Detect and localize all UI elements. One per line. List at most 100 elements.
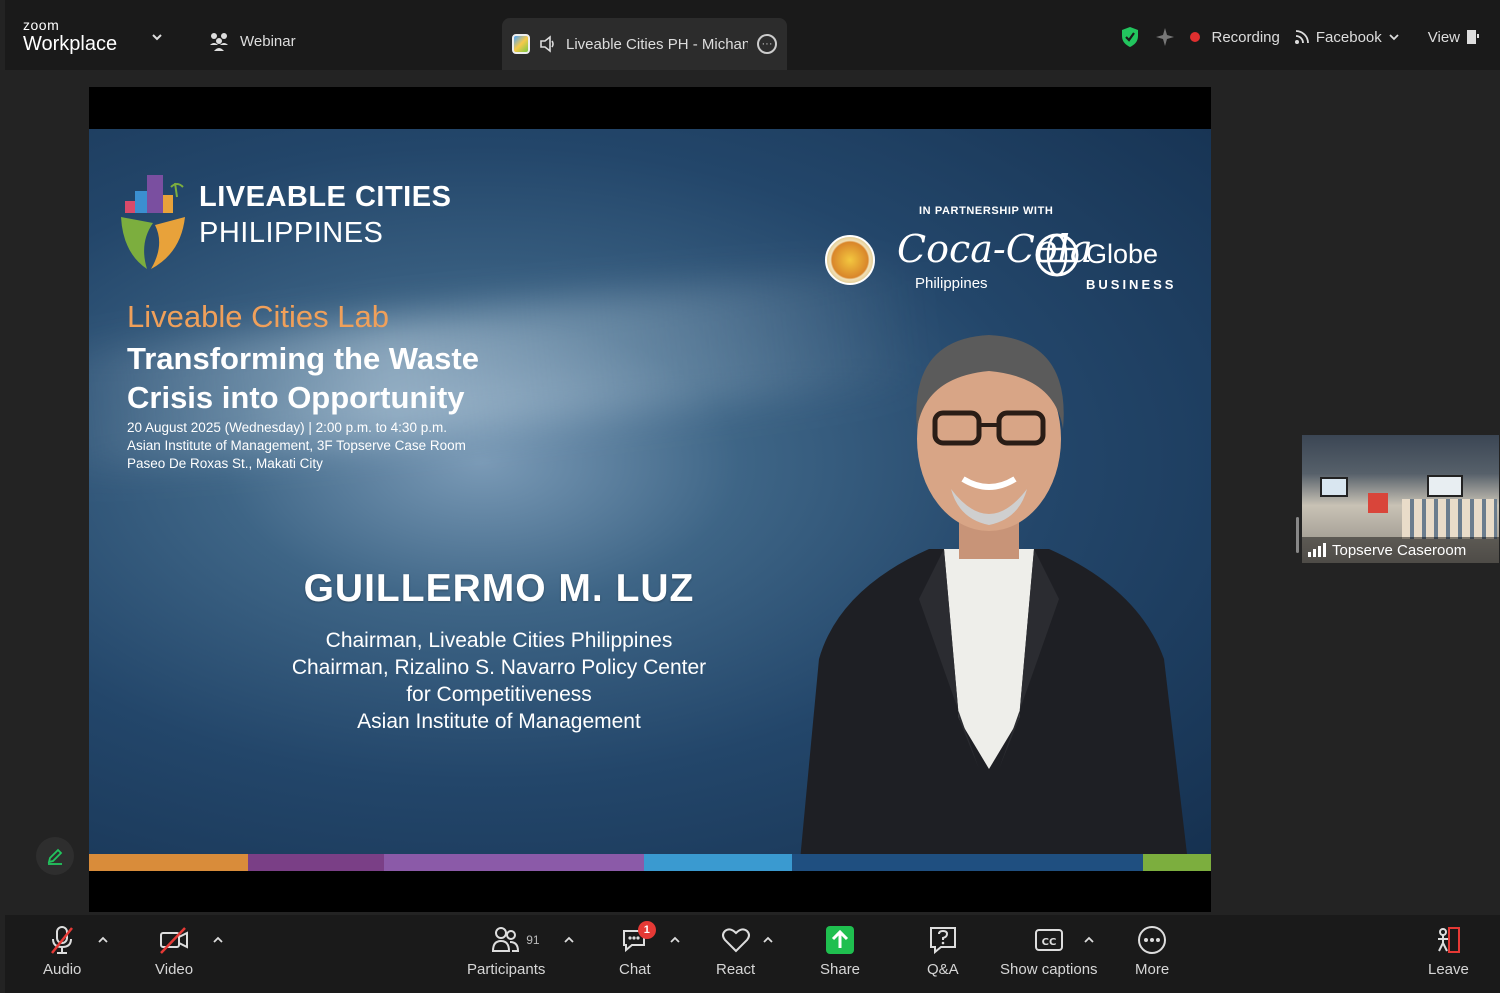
- share-button[interactable]: Share: [820, 925, 860, 978]
- speaker-title-3: for Competitiveness: [406, 683, 592, 706]
- chat-button[interactable]: 1 Chat: [619, 921, 656, 978]
- speaker-photo: [799, 335, 1189, 871]
- meeting-tab[interactable]: Liveable Cities PH - Michan's ···: [502, 18, 787, 70]
- show-captions-label: Show captions: [1000, 961, 1098, 978]
- speaker-title-1: Chairman, Liveable Cities Philippines: [325, 629, 673, 652]
- event-venue-line2: Paseo De Roxas St., Makati City: [127, 456, 323, 471]
- globe-logo-icon: [1035, 233, 1079, 277]
- chat-options-caret-icon[interactable]: [669, 935, 681, 945]
- heart-icon: [721, 928, 750, 953]
- react-label: React: [716, 961, 756, 978]
- qa-button[interactable]: Q&A: [927, 925, 959, 978]
- signal-strength-icon: [1308, 543, 1326, 557]
- video-feed-screen: [1427, 475, 1463, 497]
- leave-label: Leave: [1428, 961, 1469, 978]
- thumbnail-drag-handle[interactable]: [1296, 517, 1299, 553]
- react-button[interactable]: React: [716, 925, 755, 978]
- chat-label: Chat: [619, 961, 651, 978]
- colorbar-segment: [383, 854, 645, 871]
- event-venue-line1: Asian Institute of Management, 3F Topser…: [127, 438, 466, 453]
- chevron-down-icon[interactable]: [150, 30, 164, 44]
- colorbar-segment: [644, 854, 792, 871]
- participants-options-caret-icon[interactable]: [563, 935, 575, 945]
- view-button[interactable]: View: [1428, 29, 1480, 46]
- speaker-titles: Chairman, Liveable Cities Philippines Ch…: [259, 627, 739, 735]
- captions-options-caret-icon[interactable]: [1083, 935, 1095, 945]
- recording-dot-icon: [1189, 32, 1200, 42]
- shield-icon[interactable]: [1120, 26, 1140, 48]
- audio-button[interactable]: Audio: [43, 925, 81, 978]
- livestream-label: Facebook: [1315, 28, 1382, 46]
- view-layout-icon: [1467, 30, 1479, 44]
- participants-button[interactable]: 91 Participants: [467, 925, 545, 978]
- event-details: 20 August 2025 (Wednesday) | 2:00 p.m. t…: [127, 419, 647, 473]
- show-captions-button[interactable]: CC Show captions: [1000, 925, 1098, 978]
- chevron-down-icon: [1389, 34, 1399, 41]
- video-label: Video: [155, 961, 194, 978]
- view-label: View: [1427, 28, 1460, 46]
- participant-video-thumbnail[interactable]: Topserve Caseroom: [1302, 435, 1499, 563]
- participants-label: Participants: [467, 961, 546, 978]
- video-feed-screen: [1320, 477, 1348, 497]
- globe-logo: Globe: [1086, 239, 1159, 269]
- closed-captions-icon: CC: [1034, 929, 1063, 951]
- leave-door-icon: [1438, 927, 1461, 953]
- chat-unread-badge: 1: [637, 921, 656, 939]
- right-tools: Recording Facebook View: [1120, 26, 1481, 48]
- speaker-icon[interactable]: [539, 35, 557, 53]
- video-options-caret-icon[interactable]: [212, 935, 224, 945]
- meeting-controls: Audio Video 91 Participants 1 Chat React…: [5, 915, 1500, 993]
- colorbar-segment: [1143, 854, 1211, 871]
- chat-icon-wrap: 1: [620, 921, 656, 955]
- participants-icon: [492, 927, 520, 952]
- more-options-icon[interactable]: ···: [757, 34, 777, 54]
- webinar-people-icon: [210, 33, 228, 51]
- speaker-title-4: Asian Institute of Management: [357, 710, 641, 733]
- lab-title: Liveable Cities Lab: [127, 299, 389, 334]
- headline-line1: Transforming the Waste: [127, 341, 479, 376]
- speaker-title-2: Chairman, Rizalino S. Navarro Policy Cen…: [291, 656, 707, 679]
- participants-count: 91: [526, 933, 540, 947]
- audio-label: Audio: [43, 961, 82, 978]
- headline-line2: Crisis into Opportunity: [127, 380, 465, 415]
- partnership-label: IN PARTNERSHIP WITH: [919, 205, 1054, 217]
- colorbar-segment: [247, 854, 384, 871]
- audio-options-caret-icon[interactable]: [97, 935, 109, 945]
- leave-button[interactable]: Leave: [1428, 925, 1469, 978]
- org-name-line2: PHILIPPINES: [199, 217, 384, 249]
- slide-color-bar: [89, 854, 1211, 871]
- event-headline: Transforming the Waste Crisis into Oppor…: [127, 339, 647, 417]
- webinar-label: Webinar: [240, 32, 296, 50]
- zoom-workplace-logo: zoom Workplace: [23, 18, 117, 56]
- annotate-button[interactable]: [36, 837, 74, 875]
- more-button[interactable]: More: [1135, 925, 1169, 978]
- screen-share: LIVEABLE CITIES PHILIPPINES IN PARTNERSH…: [89, 87, 1211, 912]
- speaker-name: GUILLERMO M. LUZ: [303, 567, 695, 610]
- video-feed-audience: [1402, 499, 1497, 539]
- react-options-caret-icon[interactable]: [762, 935, 774, 945]
- share-screen-icon: [826, 926, 855, 954]
- globe-logo-sub: BUSINESS: [1086, 277, 1177, 292]
- video-off-icon: [160, 927, 189, 954]
- microphone-muted-icon: [51, 926, 74, 954]
- meeting-stage: LIVEABLE CITIES PHILIPPINES IN PARTNERSH…: [5, 70, 1500, 915]
- video-button[interactable]: Video: [155, 925, 193, 978]
- org-name-line1: LIVEABLE CITIES: [199, 181, 452, 213]
- more-label: More: [1135, 961, 1170, 978]
- government-seal-logo: [825, 235, 875, 285]
- video-feed-podium: [1368, 493, 1388, 513]
- thumbnail-label: Topserve Caseroom: [1302, 537, 1499, 563]
- webinar-indicator: Webinar: [208, 31, 296, 51]
- colorbar-segment: [791, 854, 1143, 871]
- share-label: Share: [820, 961, 861, 978]
- qa-label: Q&A: [927, 961, 959, 978]
- tab-title: Liveable Cities PH - Michan's: [566, 35, 748, 53]
- broadcast-icon: [1294, 30, 1309, 44]
- presentation-slide: LIVEABLE CITIES PHILIPPINES IN PARTNERSH…: [89, 129, 1211, 871]
- brand-small: zoom: [23, 17, 60, 33]
- more-dots-icon: [1138, 926, 1167, 954]
- recording-label: Recording: [1211, 28, 1280, 46]
- sparkle-icon[interactable]: [1154, 26, 1176, 48]
- livestream-dropdown[interactable]: Facebook: [1294, 29, 1400, 46]
- recording-indicator[interactable]: Recording: [1189, 28, 1280, 46]
